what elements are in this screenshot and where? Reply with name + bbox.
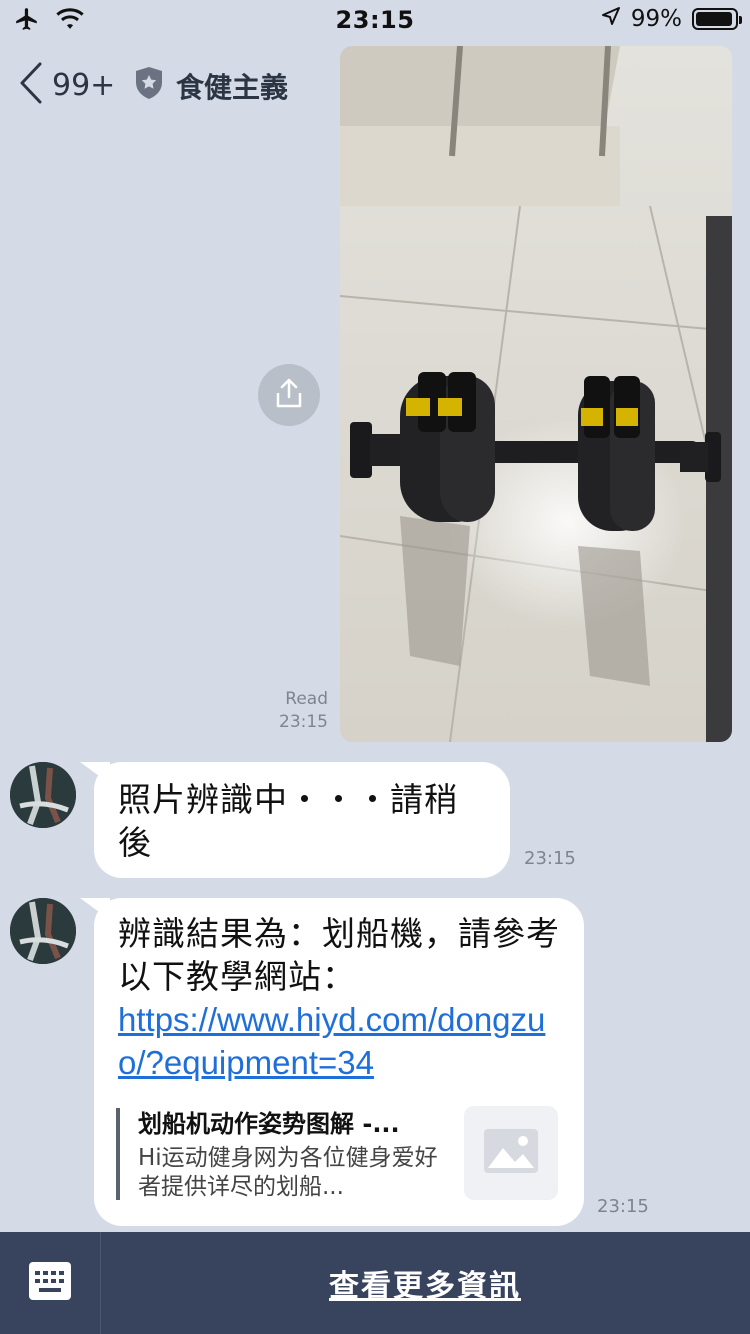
share-icon — [274, 377, 304, 413]
location-arrow-icon — [601, 6, 621, 32]
message-bubble[interactable]: 照片辨識中・・・請稍後 — [94, 762, 510, 878]
keyboard-toggle-button[interactable] — [0, 1232, 101, 1334]
more-info-button[interactable]: 查看更多資訊 — [100, 1232, 750, 1334]
message-text: 辨識結果為：划船機，請參考以下教學網站： — [118, 914, 560, 996]
link-preview[interactable]: 划船机动作姿势图解 -... Hi运动健身网为各位健身爱好者提供详尽的划船... — [116, 1104, 558, 1200]
battery-percent: 99% — [630, 6, 682, 32]
back-chevron-icon — [18, 62, 44, 108]
message-time: 23:15 — [524, 848, 576, 869]
preview-thumbnail — [464, 1106, 558, 1200]
back-button[interactable]: 99+ — [18, 62, 115, 108]
image-placeholder-icon — [483, 1128, 539, 1178]
official-shield-icon — [134, 66, 164, 104]
status-bar: 23:15 99% — [0, 0, 750, 42]
message-bubble[interactable]: 辨識結果為：划船機，請參考以下教學網站： https://www.hiyd.co… — [94, 898, 584, 1226]
message-link[interactable]: https://www.hiyd.com/dongzuo/?equipment=… — [118, 998, 562, 1084]
read-receipt: Read 23:15 — [262, 688, 328, 734]
dumbbell-photo — [340, 46, 732, 742]
bot-avatar[interactable] — [10, 898, 76, 964]
photo-time: 23:15 — [279, 712, 328, 732]
message-time: 23:15 — [597, 1196, 649, 1217]
share-button[interactable] — [258, 364, 320, 426]
status-right: 99% — [601, 6, 742, 32]
rich-menu-bar: 查看更多資訊 — [0, 1232, 750, 1334]
unread-count: 99+ — [52, 67, 116, 103]
preview-bar — [116, 1108, 120, 1200]
chat-title: 食健主義 — [176, 71, 289, 104]
read-label: Read — [285, 689, 328, 709]
preview-description: Hi运动健身网为各位健身爱好者提供详尽的划船... — [138, 1145, 438, 1200]
bot-avatar[interactable] — [10, 762, 76, 828]
battery-icon — [692, 8, 742, 30]
preview-title: 划船机动作姿势图解 -... — [138, 1110, 400, 1138]
sent-photo[interactable] — [340, 46, 732, 742]
keyboard-icon — [28, 1261, 72, 1305]
message-text: 照片辨識中・・・請稍後 — [118, 780, 458, 862]
